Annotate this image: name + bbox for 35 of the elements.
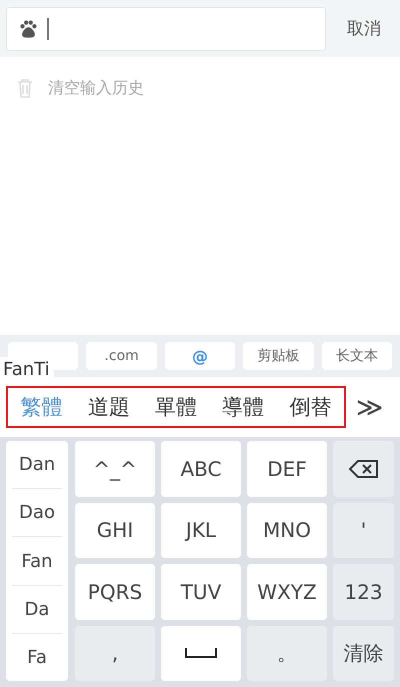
trash-icon xyxy=(16,78,34,98)
pinyin-option[interactable]: Fa xyxy=(12,634,62,682)
candidate-word[interactable]: 道題 xyxy=(75,393,142,421)
key[interactable]: JKL xyxy=(161,502,241,558)
candidate-word[interactable]: 單體 xyxy=(142,393,210,421)
key[interactable]: WXYZ xyxy=(247,564,327,620)
pinyin-option[interactable]: Dao xyxy=(12,489,62,538)
key[interactable]: 。 xyxy=(247,626,327,681)
key[interactable]: PQRS xyxy=(75,564,155,620)
pinyin-option[interactable]: Dan xyxy=(12,441,62,490)
quick-key[interactable]: .com xyxy=(86,342,157,370)
quick-key[interactable]: 剪贴板 xyxy=(243,342,314,370)
pinyin-option[interactable]: Fan xyxy=(12,537,62,586)
backspace-icon xyxy=(348,460,378,478)
space-icon xyxy=(185,647,217,660)
key[interactable]: , xyxy=(75,626,155,681)
key[interactable]: MNO xyxy=(247,502,327,558)
backspace-key[interactable] xyxy=(333,441,394,496)
key[interactable]: ^_^ xyxy=(75,441,155,496)
quick-key[interactable]: 长文本 xyxy=(322,342,392,370)
key[interactable]: ABC xyxy=(161,441,241,496)
candidate-word[interactable]: 倒替 xyxy=(276,393,344,421)
search-field[interactable] xyxy=(6,6,326,50)
key[interactable]: TUV xyxy=(161,564,241,620)
candidate-word[interactable]: 導體 xyxy=(210,393,277,421)
space-key[interactable] xyxy=(161,626,241,681)
cancel-button[interactable]: 取消 xyxy=(334,16,394,41)
key[interactable]: 123 xyxy=(333,564,394,620)
key[interactable]: GHI xyxy=(75,502,155,558)
key[interactable]: 清除 xyxy=(333,626,394,681)
key[interactable]: ' xyxy=(333,502,394,558)
key[interactable]: DEF xyxy=(247,441,327,496)
pinyin-option[interactable]: Da xyxy=(12,586,62,634)
text-cursor xyxy=(47,18,48,40)
more-candidates-button[interactable]: ≫ xyxy=(356,392,383,422)
